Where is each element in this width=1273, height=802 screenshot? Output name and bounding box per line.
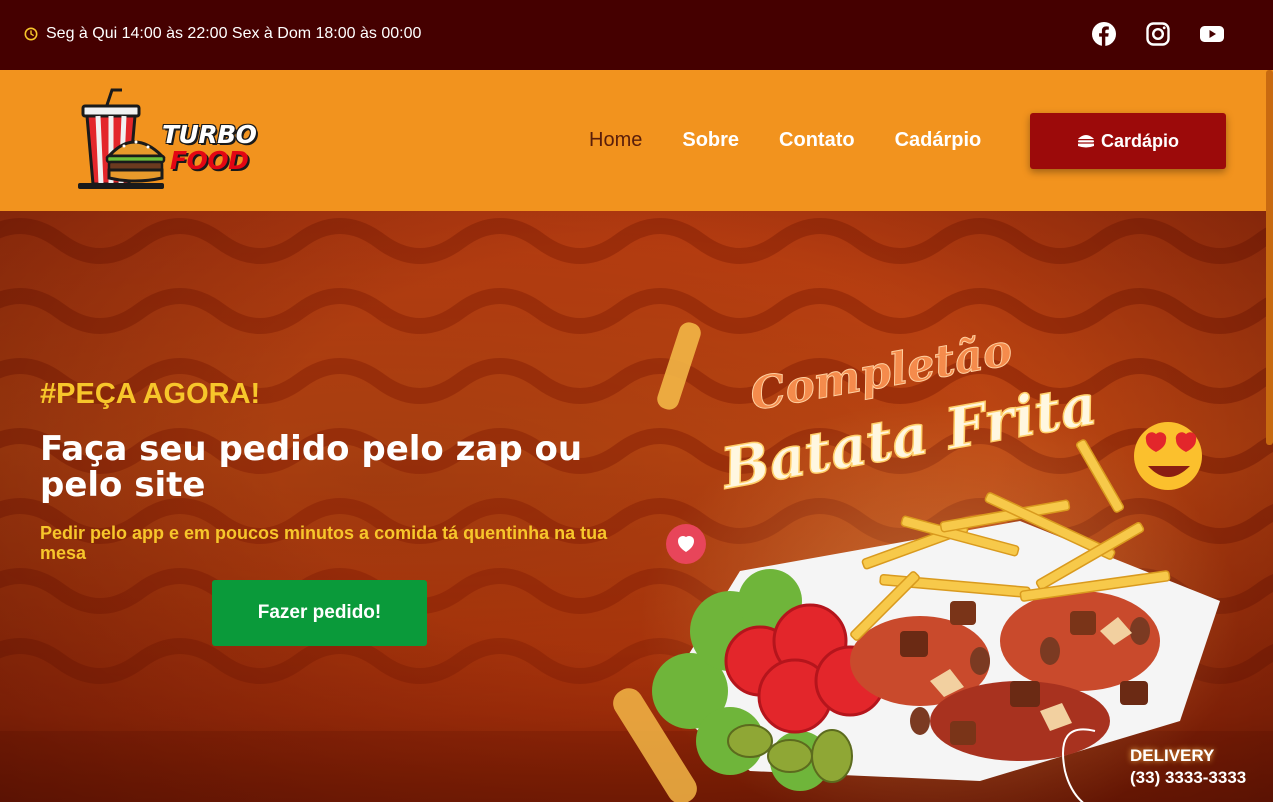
nav-item-cardapio[interactable]: Cadárpio <box>895 129 982 152</box>
turbo-food-logo[interactable]: TURBO FOOD <box>76 86 257 192</box>
hero-section: #PEÇA AGORA! Faça seu pedido pelo zap ou… <box>0 211 1273 802</box>
main-nav: Home Sobre Contato Cadárpio <box>589 129 981 152</box>
logo-line-2: FOOD <box>170 146 249 175</box>
delivery-info: DELIVERY (33) 3333-3333 <box>1130 746 1246 788</box>
opening-hours: Seg à Qui 14:00 às 22:00 Sex à Dom 18:00… <box>24 25 421 43</box>
clock-icon <box>24 27 38 41</box>
top-bar: Seg à Qui 14:00 às 22:00 Sex à Dom 18:00… <box>0 0 1273 70</box>
logo-text: TURBO FOOD <box>162 120 257 175</box>
nav-item-sobre[interactable]: Sobre <box>682 129 739 152</box>
opening-hours-text: Seg à Qui 14:00 às 22:00 Sex à Dom 18:00… <box>46 25 422 42</box>
hero-subtitle: Pedir pelo app e em poucos minutos a com… <box>40 523 608 563</box>
delivery-label: DELIVERY <box>1130 746 1215 765</box>
menu-button-label: Cardápio <box>1100 130 1179 151</box>
nav-item-contato[interactable]: Contato <box>779 129 855 152</box>
order-now-button[interactable]: Fazer pedido! <box>212 580 427 646</box>
facebook-icon[interactable] <box>1091 21 1117 47</box>
batata-frita-promo-image: Completão Batata Frita <box>613 322 1240 802</box>
main-header: TURBO FOOD Home Sobre Contato Cadárpio C… <box>0 70 1273 211</box>
hero-kicker: #PEÇA AGORA! <box>40 378 261 410</box>
instagram-icon[interactable] <box>1145 21 1171 47</box>
delivery-phone: (33) 3333-3333 <box>1130 768 1247 787</box>
social-links <box>1091 21 1225 47</box>
hamburger-food-icon <box>1077 135 1094 148</box>
logo-line-1: TURBO <box>162 120 257 149</box>
menu-button[interactable]: Cardápio <box>1030 113 1226 169</box>
hero-headline: Faça seu pedido pelo zap ou pelo site <box>40 429 583 505</box>
youtube-icon[interactable] <box>1199 21 1225 47</box>
nav-item-home[interactable]: Home <box>589 129 642 152</box>
page-scrollbar[interactable] <box>1266 70 1273 445</box>
